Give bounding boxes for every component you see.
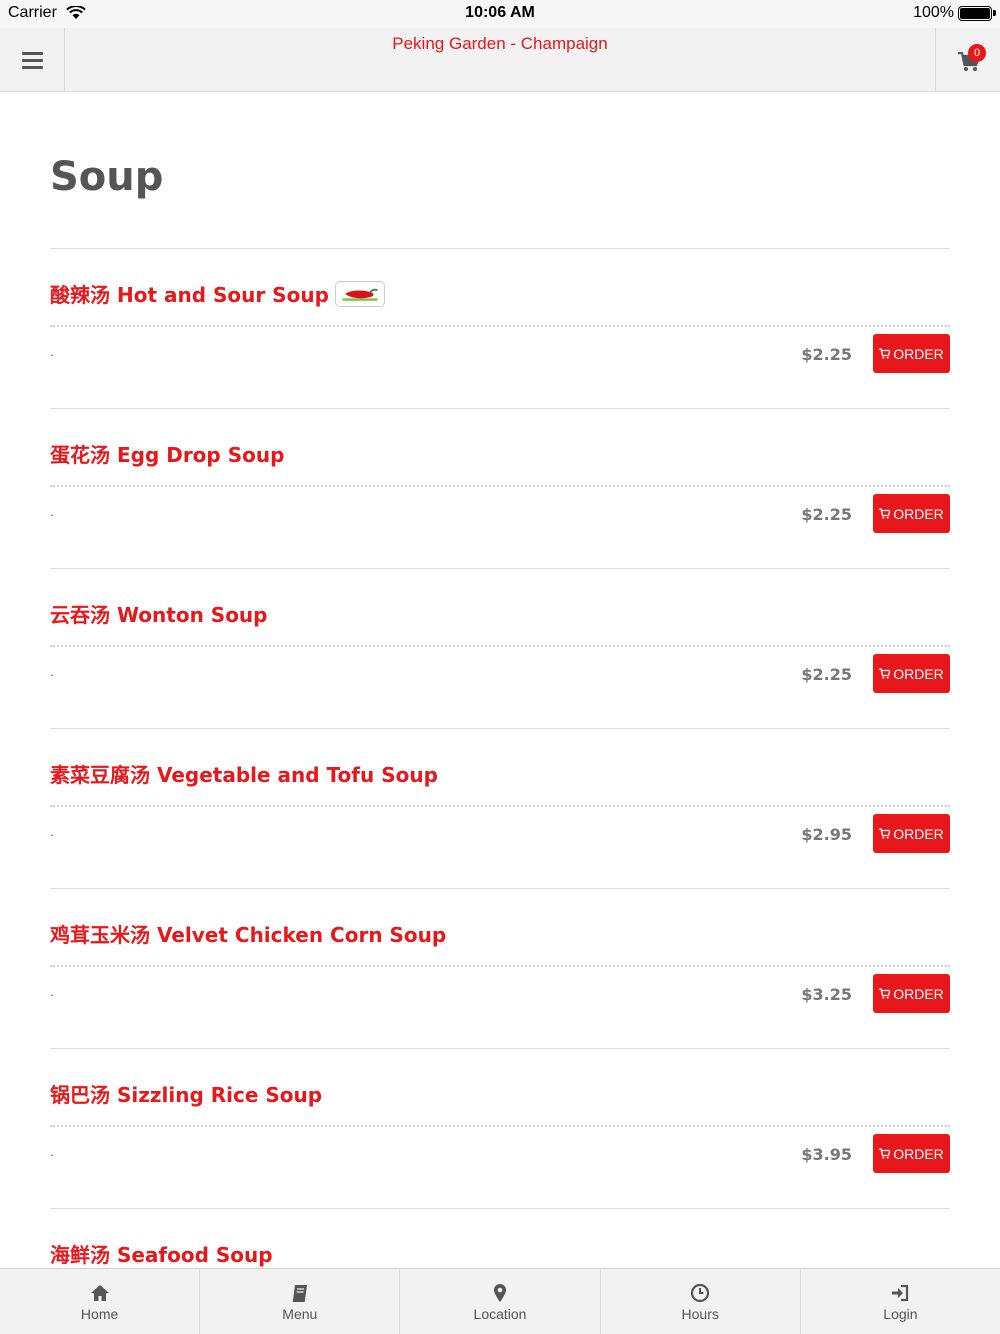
- order-button[interactable]: ORDER: [873, 494, 950, 533]
- home-icon: [90, 1285, 109, 1301]
- menu-item-price: $2.95: [801, 825, 852, 844]
- cart-small-icon: [879, 348, 891, 359]
- sign-in-icon: [892, 1284, 909, 1302]
- book-icon: [292, 1285, 307, 1302]
- menu-item-name-text: 蛋花汤 Egg Drop Soup: [50, 443, 285, 467]
- order-button-label: ORDER: [893, 825, 944, 842]
- order-button[interactable]: ORDER: [873, 974, 950, 1013]
- menu-item: 云吞汤 Wonton Soup. $2.25 ORDER: [50, 568, 950, 728]
- menu-item-price: $2.25: [801, 345, 852, 364]
- order-button[interactable]: ORDER: [873, 814, 950, 853]
- menu-item-name-text: 锅巴汤 Sizzling Rice Soup: [50, 1083, 323, 1107]
- tab-home-label: Home: [80, 1306, 119, 1322]
- menu-item-list: 酸辣汤 Hot and Sour Soup. $2.25 ORDER 蛋花汤 Egg …: [50, 248, 950, 1334]
- tab-home[interactable]: Home: [0, 1269, 201, 1334]
- menu-item: 锅巴汤 Sizzling Rice Soup. $3.95 ORDER: [50, 1048, 950, 1208]
- menu-item-description: .: [50, 343, 54, 359]
- menu-item-name[interactable]: 鸡茸玉米汤 Velvet Chicken Corn Soup: [50, 919, 446, 948]
- order-button[interactable]: ORDER: [873, 654, 950, 693]
- battery-icon: [958, 6, 992, 21]
- menu-item: 素菜豆腐汤 Vegetable and Tofu Soup. $2.95 ORDER: [50, 728, 950, 888]
- menu-item-price: $3.95: [801, 1145, 852, 1164]
- cart-small-icon: [879, 508, 891, 519]
- dotted-divider: [50, 1125, 950, 1127]
- menu-item-name-text: 鸡茸玉米汤 Velvet Chicken Corn Soup: [50, 923, 447, 947]
- menu-item-name[interactable]: 蛋花汤 Egg Drop Soup: [50, 439, 284, 468]
- menu-item-description: .: [50, 503, 54, 519]
- hamburger-menu-button[interactable]: [0, 28, 65, 92]
- restaurant-title: Peking Garden - Champaign: [392, 34, 608, 53]
- tab-hours[interactable]: Hours: [601, 1269, 801, 1334]
- dotted-divider: [50, 805, 950, 807]
- menu-item-description: .: [50, 823, 54, 839]
- menu-item-name[interactable]: 云吞汤 Wonton Soup: [50, 599, 268, 628]
- menu-item-description: .: [50, 663, 54, 679]
- cart-count-badge: 0: [968, 44, 986, 62]
- cart-button[interactable]: 0: [935, 28, 1000, 92]
- clock-icon: [691, 1283, 710, 1303]
- order-button-label: ORDER: [893, 345, 944, 362]
- map-pin-icon: [494, 1284, 506, 1302]
- menu-item-name[interactable]: 锅巴汤 Sizzling Rice Soup: [50, 1079, 322, 1108]
- menu-item-name[interactable]: 酸辣汤 Hot and Sour Soup: [50, 279, 385, 308]
- battery-tip: [993, 10, 996, 16]
- dotted-divider: [50, 325, 950, 327]
- tab-login[interactable]: Login: [801, 1269, 1000, 1334]
- menu-item-name[interactable]: 素菜豆腐汤 Vegetable and Tofu Soup: [50, 759, 438, 788]
- order-button[interactable]: ORDER: [873, 1134, 950, 1173]
- cart-small-icon: [879, 828, 891, 839]
- order-button-label: ORDER: [893, 1145, 944, 1162]
- menu-item-price: $2.25: [801, 665, 852, 684]
- order-button-label: ORDER: [893, 665, 944, 682]
- page-title: Soup: [50, 154, 164, 200]
- spicy-badge-icon: [334, 280, 385, 307]
- menu-item-name-text: 酸辣汤 Hot and Sour Soup: [50, 283, 329, 307]
- menu-item: 酸辣汤 Hot and Sour Soup. $2.25 ORDER: [50, 248, 950, 408]
- battery-percent: 100%: [913, 4, 954, 21]
- chili-pepper-icon: [342, 288, 378, 301]
- tab-menu-label: Menu: [282, 1306, 318, 1322]
- tab-location[interactable]: Location: [400, 1269, 601, 1334]
- nav-header: Peking Garden - Champaign 0: [0, 28, 1000, 92]
- order-button-label: ORDER: [893, 985, 944, 1002]
- tab-bar: Home Menu Location Hours Login: [0, 1268, 1000, 1334]
- tab-location-label: Location: [473, 1306, 527, 1322]
- cart-small-icon: [879, 668, 891, 679]
- hamburger-icon: [21, 51, 43, 69]
- cart-small-icon: [879, 988, 891, 999]
- dotted-divider: [50, 965, 950, 967]
- menu-item-price: $2.25: [801, 505, 852, 524]
- tab-login-label: Login: [883, 1306, 918, 1322]
- dotted-divider: [50, 485, 950, 487]
- tab-menu[interactable]: Menu: [200, 1269, 401, 1334]
- dotted-divider: [50, 645, 950, 647]
- order-button-label: ORDER: [893, 505, 944, 522]
- status-time: 10:06 AM: [465, 4, 535, 21]
- menu-item-name-text: 海鲜汤 Seafood Soup: [50, 1243, 273, 1267]
- menu-item: 鸡茸玉米汤 Velvet Chicken Corn Soup. $3.25 ORDE…: [50, 888, 950, 1048]
- menu-item-name-text: 云吞汤 Wonton Soup: [50, 603, 268, 627]
- menu-item: 蛋花汤 Egg Drop Soup. $2.25 ORDER: [50, 408, 950, 568]
- tab-hours-label: Hours: [681, 1306, 719, 1322]
- menu-item-description: .: [50, 1143, 54, 1159]
- menu-item-name[interactable]: 海鲜汤 Seafood Soup: [50, 1239, 273, 1268]
- menu-item-description: .: [50, 983, 54, 999]
- menu-item-price: $3.25: [801, 985, 852, 1004]
- menu-item-name-text: 素菜豆腐汤 Vegetable and Tofu Soup: [50, 763, 438, 787]
- order-button[interactable]: ORDER: [873, 334, 950, 373]
- cart-small-icon: [879, 1148, 891, 1159]
- status-bar: Carrier 10:06 AM 100%: [0, 0, 1000, 28]
